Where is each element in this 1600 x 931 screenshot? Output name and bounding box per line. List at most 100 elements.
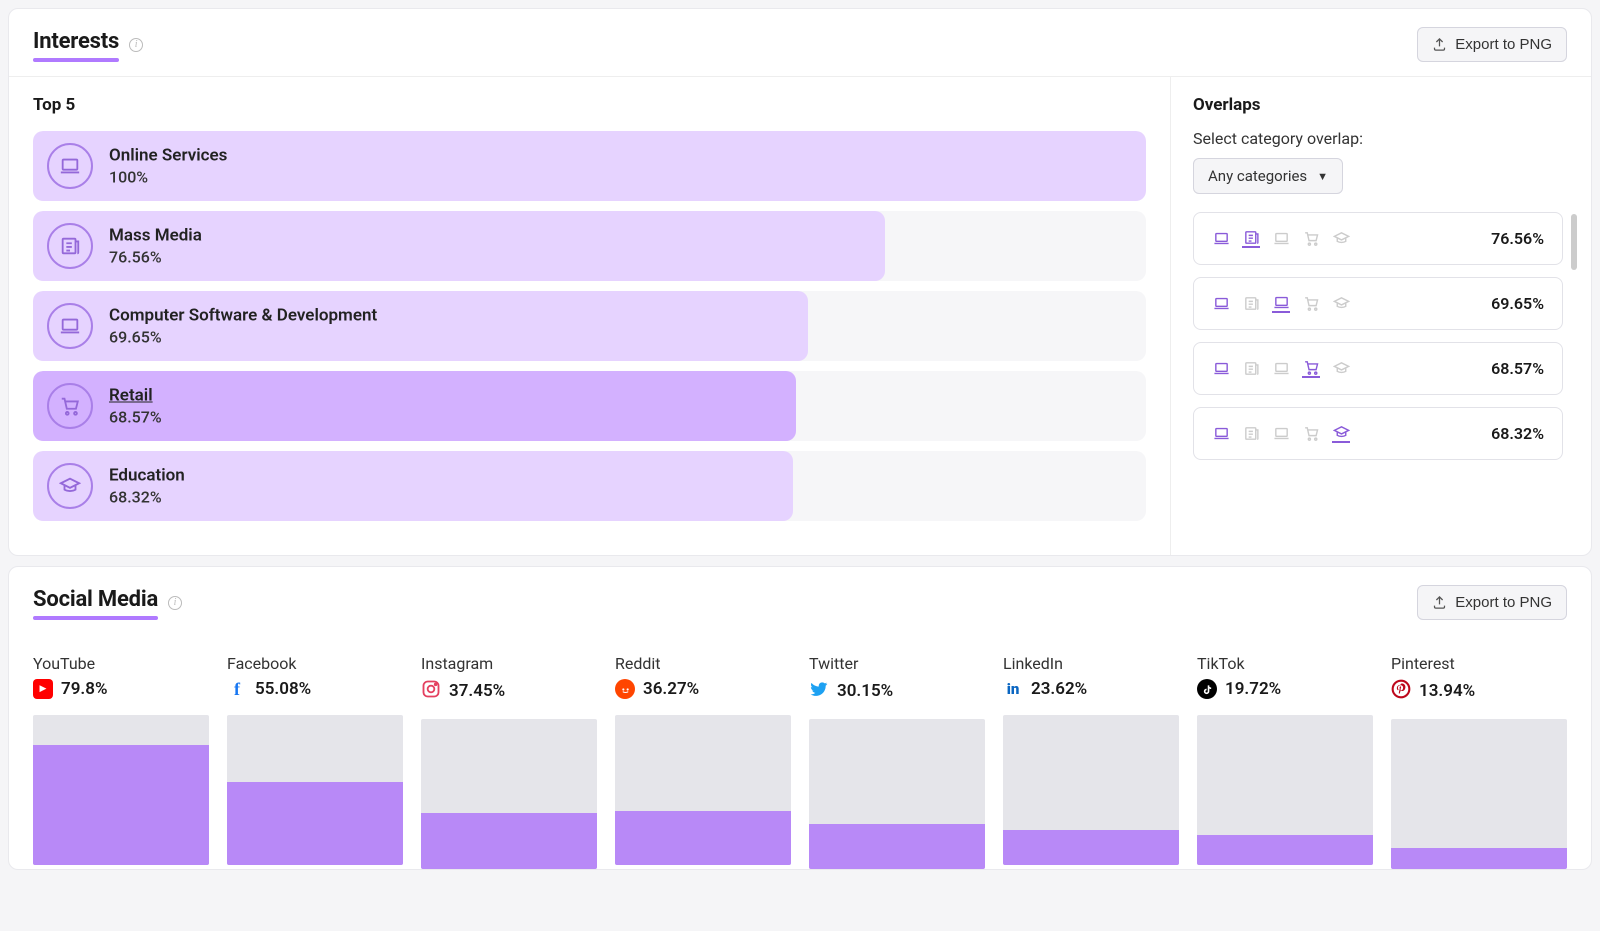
fb-icon: f bbox=[227, 679, 247, 699]
social-bar-fill bbox=[1197, 835, 1373, 865]
overlap-pct: 76.56% bbox=[1491, 229, 1544, 248]
grad-icon bbox=[47, 463, 93, 509]
pn-icon bbox=[1391, 679, 1411, 703]
laptop-icon bbox=[1272, 425, 1290, 443]
interest-bar[interactable]: Mass Media76.56% bbox=[33, 211, 1146, 281]
social-column: Facebookf55.08% bbox=[227, 654, 403, 869]
export-interests-button[interactable]: Export to PNG bbox=[1417, 27, 1567, 62]
social-column: Pinterest13.94% bbox=[1391, 654, 1567, 869]
news-icon bbox=[1242, 425, 1260, 443]
cart-icon bbox=[1302, 230, 1320, 248]
laptop-icon bbox=[1212, 230, 1230, 248]
news-icon bbox=[1242, 230, 1260, 248]
info-icon[interactable]: i bbox=[168, 596, 182, 610]
upload-icon bbox=[1432, 37, 1447, 52]
laptop-icon bbox=[1272, 360, 1290, 378]
interest-bar[interactable]: Education68.32% bbox=[33, 451, 1146, 521]
interest-name: Online Services bbox=[109, 146, 227, 166]
social-title: Social Media bbox=[33, 587, 158, 618]
overlap-row[interactable]: 76.56% bbox=[1193, 212, 1563, 265]
interest-pct: 69.65% bbox=[109, 328, 377, 347]
social-column: Twitter 30.15% bbox=[809, 654, 985, 869]
social-name: YouTube bbox=[33, 654, 209, 673]
export-label: Export to PNG bbox=[1455, 594, 1552, 611]
grad-icon bbox=[1332, 425, 1350, 443]
chevron-down-icon: ▼ bbox=[1317, 170, 1328, 183]
bar-text: Mass Media76.56% bbox=[109, 226, 202, 267]
social-stat: ▶79.8% bbox=[33, 679, 209, 699]
cart-icon bbox=[1302, 360, 1320, 378]
social-column: Reddit36.27% bbox=[615, 654, 791, 869]
overlap-icons bbox=[1212, 230, 1350, 248]
overlap-pct: 68.57% bbox=[1491, 359, 1544, 378]
social-bar bbox=[1003, 715, 1179, 865]
overlap-category-select[interactable]: Any categories ▼ bbox=[1193, 158, 1343, 194]
bar-text: Retail 68.57% bbox=[109, 386, 162, 427]
export-social-button[interactable]: Export to PNG bbox=[1417, 585, 1567, 620]
social-bar-fill bbox=[615, 811, 791, 865]
laptop-icon bbox=[1212, 425, 1230, 443]
social-bar bbox=[809, 719, 985, 869]
grad-icon bbox=[1332, 295, 1350, 313]
social-card: Social Media i Export to PNG YouTube ▶79.… bbox=[8, 566, 1592, 870]
social-stat: in 23.62% bbox=[1003, 679, 1179, 699]
top5-panel: Top 5 Online Services 100% Mass Media76.56… bbox=[9, 77, 1171, 555]
laptop-icon bbox=[1212, 295, 1230, 313]
overlap-row[interactable]: 68.57% bbox=[1193, 342, 1563, 395]
social-stat: 19.72% bbox=[1197, 679, 1373, 699]
interests-title: Interests bbox=[33, 29, 119, 60]
social-column: YouTube ▶79.8% bbox=[33, 654, 209, 869]
laptop-icon bbox=[1212, 360, 1230, 378]
interests-header: Interests i Export to PNG bbox=[9, 9, 1591, 77]
overlap-row[interactable]: 69.65% bbox=[1193, 277, 1563, 330]
social-bar bbox=[227, 715, 403, 865]
social-bar-fill bbox=[1391, 848, 1567, 869]
social-bar bbox=[615, 715, 791, 865]
interests-card: Interests i Export to PNG Top 5 Online S… bbox=[8, 8, 1592, 556]
laptop-icon bbox=[47, 303, 93, 349]
social-name: LinkedIn bbox=[1003, 654, 1179, 673]
social-bar-fill bbox=[227, 782, 403, 865]
interest-bar[interactable]: Retail 68.57% bbox=[33, 371, 1146, 441]
rd-icon bbox=[615, 679, 635, 699]
top5-title: Top 5 bbox=[33, 95, 1146, 115]
overlap-row[interactable]: 68.32% bbox=[1193, 407, 1563, 460]
overlaps-title: Overlaps bbox=[1193, 95, 1571, 115]
social-bar-fill bbox=[1003, 830, 1179, 865]
social-name: Instagram bbox=[421, 654, 597, 673]
li-icon: in bbox=[1003, 679, 1023, 699]
cart-icon bbox=[47, 383, 93, 429]
social-name: Twitter bbox=[809, 654, 985, 673]
laptop-icon bbox=[1272, 230, 1290, 248]
social-pct: 30.15% bbox=[837, 681, 893, 701]
social-pct: 23.62% bbox=[1031, 679, 1087, 699]
interest-bar[interactable]: Computer Software & Development 69.65% bbox=[33, 291, 1146, 361]
scrollbar[interactable] bbox=[1571, 214, 1577, 270]
social-pct: 37.45% bbox=[449, 681, 505, 701]
social-pct: 19.72% bbox=[1225, 679, 1281, 699]
cart-icon bbox=[1302, 425, 1320, 443]
upload-icon bbox=[1432, 595, 1447, 610]
interest-pct: 68.57% bbox=[109, 408, 162, 427]
laptop-icon bbox=[47, 143, 93, 189]
social-stat: 30.15% bbox=[809, 679, 985, 703]
social-header: Social Media i Export to PNG bbox=[9, 567, 1591, 634]
social-bar-fill bbox=[809, 824, 985, 869]
interest-name: Computer Software & Development bbox=[109, 306, 377, 326]
social-bar-fill bbox=[421, 813, 597, 869]
social-pct: 13.94% bbox=[1419, 681, 1475, 701]
news-icon bbox=[1242, 295, 1260, 313]
social-stat: 36.27% bbox=[615, 679, 791, 699]
social-pct: 79.8% bbox=[61, 679, 108, 699]
social-column: LinkedIn in 23.62% bbox=[1003, 654, 1179, 869]
overlap-icons bbox=[1212, 425, 1350, 443]
overlaps-panel: Overlaps Select category overlap: Any ca… bbox=[1171, 77, 1591, 555]
social-pct: 36.27% bbox=[643, 679, 699, 699]
info-icon[interactable]: i bbox=[129, 38, 143, 52]
social-bar bbox=[421, 719, 597, 869]
interest-pct: 100% bbox=[109, 168, 227, 187]
laptop-icon bbox=[1272, 295, 1290, 313]
interest-name: Retail bbox=[109, 386, 162, 406]
news-icon bbox=[1242, 360, 1260, 378]
interest-bar[interactable]: Online Services 100% bbox=[33, 131, 1146, 201]
